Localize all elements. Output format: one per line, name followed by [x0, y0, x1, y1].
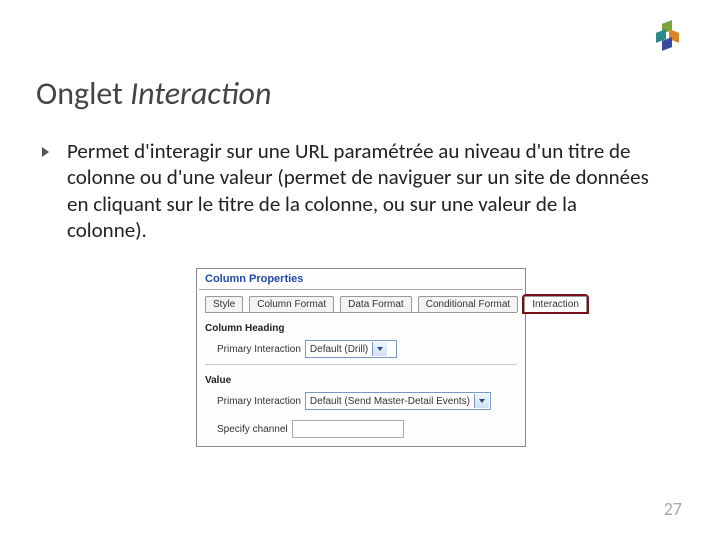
heading-primary-interaction-value: Default (Drill): [306, 344, 372, 355]
tab-interaction[interactable]: Interaction: [524, 296, 587, 312]
slide-title: Onglet Interaction: [36, 74, 271, 113]
heading-primary-interaction-row: Primary Interaction Default (Drill): [197, 336, 525, 364]
specify-channel-input[interactable]: [292, 420, 404, 438]
tab-data-format[interactable]: Data Format: [340, 296, 412, 312]
chevron-down-icon: [372, 342, 387, 356]
tab-column-format[interactable]: Column Format: [249, 296, 334, 312]
tab-style[interactable]: Style: [205, 296, 243, 312]
chevron-down-icon: [474, 394, 489, 408]
value-primary-interaction-value: Default (Send Master-Detail Events): [306, 396, 474, 407]
column-properties-dialog: Column Properties Style Column Format Da…: [196, 268, 526, 447]
dialog-title: Column Properties: [197, 269, 525, 289]
specify-channel-row: Specify channel: [197, 416, 525, 446]
value-primary-interaction-label: Primary Interaction: [217, 396, 301, 407]
page-number: 27: [664, 498, 682, 520]
body-bullet: Permet d'interagir sur une URL paramétré…: [42, 138, 660, 243]
section-column-heading: Column Heading: [197, 313, 525, 336]
title-text-plain: Onglet: [36, 74, 130, 113]
brand-logo: [656, 22, 682, 48]
heading-primary-interaction-label: Primary Interaction: [217, 344, 301, 355]
tab-conditional-format[interactable]: Conditional Format: [418, 296, 518, 312]
bullet-marker-icon: [42, 147, 49, 157]
specify-channel-label: Specify channel: [217, 424, 288, 435]
section-value: Value: [197, 365, 525, 388]
heading-primary-interaction-select[interactable]: Default (Drill): [305, 340, 397, 358]
dialog-tabs: Style Column Format Data Format Conditio…: [197, 290, 525, 312]
title-text-emphasis: Interaction: [130, 74, 271, 113]
value-primary-interaction-row: Primary Interaction Default (Send Master…: [197, 388, 525, 416]
value-primary-interaction-select[interactable]: Default (Send Master-Detail Events): [305, 392, 491, 410]
bullet-text: Permet d'interagir sur une URL paramétré…: [67, 138, 660, 243]
